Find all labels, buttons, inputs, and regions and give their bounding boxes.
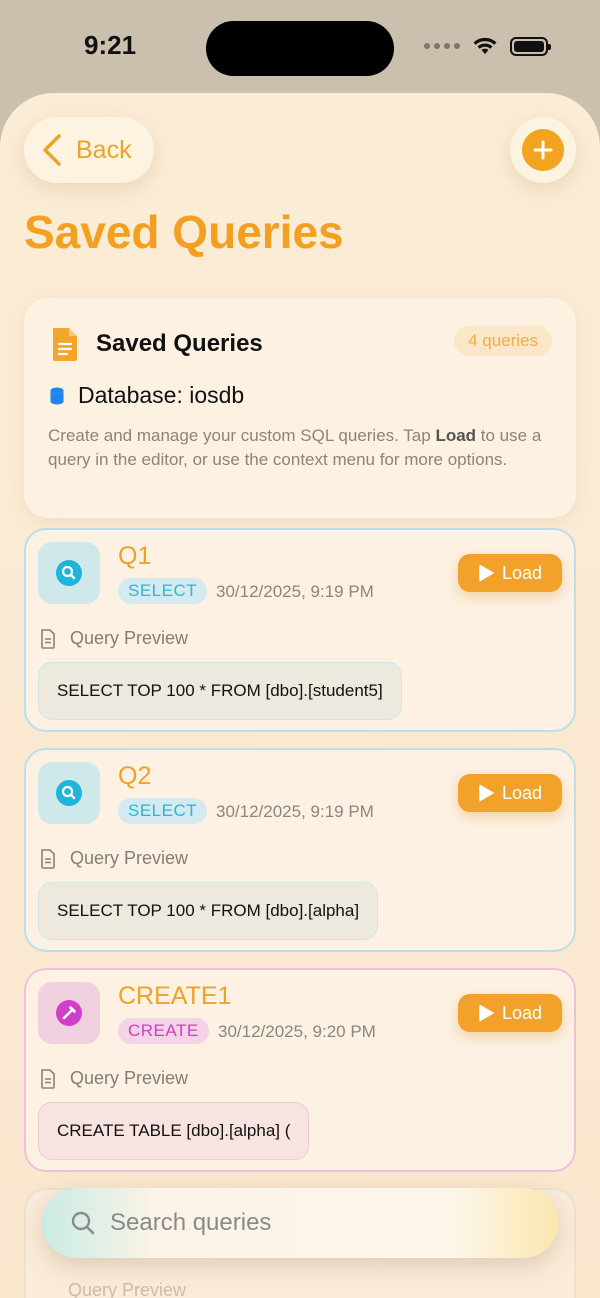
hammer-icon — [56, 1000, 82, 1026]
query-name: Q1 — [118, 542, 152, 570]
search-icon — [56, 780, 82, 806]
page-title: Saved Queries — [24, 206, 344, 258]
query-type-icon — [38, 982, 100, 1044]
chevron-left-icon — [43, 134, 61, 166]
query-name: CREATE1 — [118, 982, 232, 1010]
query-type-badge: CREATE — [118, 1018, 209, 1044]
sql-preview: SELECT TOP 100 * FROM [dbo].[student5] — [38, 662, 402, 720]
database-row: Database: iosdb — [50, 382, 244, 409]
query-card-create1[interactable]: CREATE1 CREATE 30/12/2025, 9:20 PM Load … — [24, 968, 576, 1172]
search-icon — [56, 560, 82, 586]
info-card: Saved Queries 4 queries Database: iosdb … — [24, 298, 576, 518]
plus-icon — [522, 129, 564, 171]
query-type-badge: SELECT — [118, 798, 208, 824]
query-date: 30/12/2025, 9:20 PM — [218, 1022, 376, 1041]
query-type-icon — [38, 762, 100, 824]
query-type-badge: SELECT — [118, 578, 208, 604]
saved-queries-sheet: Back Saved Queries Saved Queries 4 queri… — [0, 93, 600, 1298]
query-preview-header: Query Preview — [40, 1068, 188, 1089]
play-icon — [479, 564, 494, 582]
dynamic-island — [206, 21, 394, 76]
query-preview-header: Query Preview — [40, 628, 188, 649]
document-outline-icon — [41, 1068, 55, 1089]
query-preview-label: Query Preview — [68, 1280, 187, 1298]
play-icon — [479, 784, 494, 802]
database-icon — [50, 387, 64, 404]
query-preview-header: Query Preview — [40, 848, 188, 869]
info-description: Create and manage your custom SQL querie… — [48, 426, 542, 469]
wifi-icon — [473, 37, 497, 54]
load-button[interactable]: Load — [458, 994, 562, 1032]
search-icon — [71, 1211, 95, 1235]
back-button[interactable]: Back — [24, 117, 154, 183]
battery-icon — [510, 36, 551, 56]
load-button[interactable]: Load — [458, 774, 562, 812]
query-date: 30/12/2025, 9:19 PM — [216, 802, 374, 821]
database-label: Database: iosdb — [78, 382, 245, 408]
back-label: Back — [76, 135, 132, 164]
sql-preview: CREATE TABLE [dbo].[alpha] ( — [38, 1102, 310, 1160]
query-type-icon — [38, 542, 100, 604]
play-icon — [479, 1004, 494, 1022]
signal-icon — [424, 43, 460, 49]
query-date: 30/12/2025, 9:19 PM — [216, 582, 374, 601]
info-title: Saved Queries — [96, 330, 263, 357]
query-card-q2[interactable]: Q2 SELECT 30/12/2025, 9:19 PM Load Query… — [24, 748, 576, 952]
document-icon — [53, 328, 77, 361]
status-time: 9:21 — [84, 30, 137, 60]
document-outline-icon — [41, 848, 55, 869]
query-card-q1[interactable]: Q1 SELECT 30/12/2025, 9:19 PM Load Query… — [24, 528, 576, 732]
document-outline-icon — [41, 628, 55, 649]
search-bar[interactable]: Search queries — [42, 1188, 558, 1258]
status-icons — [424, 36, 551, 56]
load-button[interactable]: Load — [458, 554, 562, 592]
sql-preview: SELECT TOP 100 * FROM [dbo].[alpha] — [38, 882, 379, 940]
query-count-badge: 4 queries — [454, 326, 552, 356]
add-query-button[interactable] — [510, 117, 576, 183]
search-input[interactable]: Search queries — [110, 1209, 271, 1237]
query-name: Q2 — [118, 762, 152, 790]
status-bar: 9:21 — [0, 0, 600, 96]
